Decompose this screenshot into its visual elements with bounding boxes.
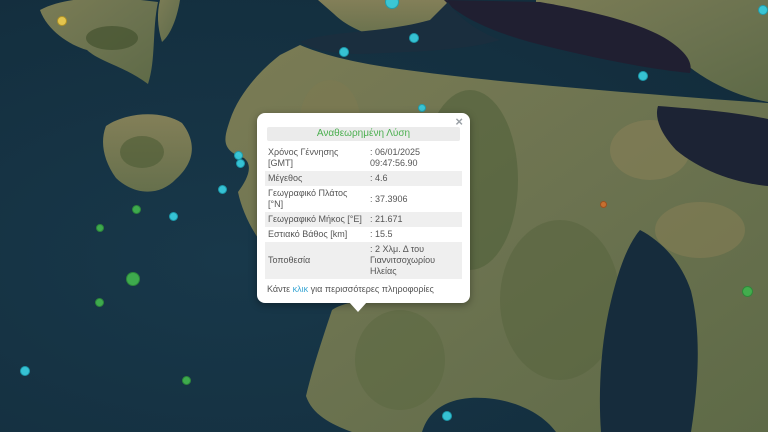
earthquake-marker-cyan[interactable] [409, 33, 419, 43]
earthquake-marker-green[interactable] [126, 272, 140, 286]
earthquake-marker-cyan[interactable] [339, 47, 349, 57]
popup-title: Αναθεωρημένη Λύση [267, 127, 460, 141]
table-row: Τοποθεσία 2 Χλμ. Δ του Γιαννιτσοχωρίου Η… [265, 242, 462, 279]
row-value: 21.671 [367, 212, 462, 227]
popup-footer: Κάντε κλικ για περισσότερες πληροφορίες [267, 284, 460, 295]
earthquake-marker-cyan[interactable] [235, 158, 245, 168]
earthquake-marker-cyan[interactable] [385, 0, 399, 9]
row-value: 4.6 [367, 171, 462, 186]
table-row: Χρόνος Γέννησης [GMT] 06/01/2025 09:47:5… [265, 145, 462, 171]
earthquake-marker-cyan[interactable] [217, 184, 227, 194]
row-label: Εστιακό Βάθος [km] [268, 229, 348, 239]
table-row: Εστιακό Βάθος [km] 15.5 [265, 227, 462, 242]
popup-tail [349, 302, 367, 312]
earthquake-marker-yellow[interactable] [57, 16, 67, 26]
row-value: 06/01/2025 09:47:56.90 [367, 145, 462, 171]
table-row: Γεωγραφικό Μήκος [°E] 21.671 [265, 212, 462, 227]
footer-text: για περισσότερες πληροφορίες [308, 284, 434, 294]
earthquake-marker-green[interactable] [181, 375, 191, 385]
earthquake-marker-cyan[interactable] [638, 71, 648, 81]
earthquake-marker-cyan[interactable] [168, 211, 178, 221]
earthquake-marker-green[interactable] [96, 224, 104, 232]
map-application: × Αναθεωρημένη Λύση Χρόνος Γέννησης [GMT… [0, 0, 768, 432]
earthquake-marker-green[interactable] [741, 285, 753, 297]
row-label: Χρόνος Γέννησης [GMT] [268, 147, 339, 168]
close-icon[interactable]: × [455, 115, 463, 128]
earthquake-popup: × Αναθεωρημένη Λύση Χρόνος Γέννησης [GMT… [257, 113, 470, 312]
earthquake-marker-green[interactable] [131, 204, 141, 214]
row-label: Μέγεθος [268, 173, 303, 183]
row-value: 2 Χλμ. Δ του Γιαννιτσοχωρίου Ηλείας [367, 242, 462, 279]
row-value: 15.5 [367, 227, 462, 242]
row-label: Τοποθεσία [268, 255, 311, 265]
earthquake-marker-orange[interactable] [599, 200, 607, 208]
earthquake-marker-cyan[interactable] [418, 104, 426, 112]
earthquake-marker-cyan[interactable] [442, 411, 452, 421]
table-row: Μέγεθος 4.6 [265, 171, 462, 186]
earthquake-marker-cyan[interactable] [20, 366, 30, 376]
table-row: Γεωγραφικό Πλάτος [°N] 37.3906 [265, 186, 462, 212]
row-label: Γεωγραφικό Μήκος [°E] [268, 214, 362, 224]
row-value: 37.3906 [367, 186, 462, 212]
row-label: Γεωγραφικό Πλάτος [°N] [268, 188, 348, 209]
more-info-link[interactable]: κλικ [293, 284, 309, 294]
earthquake-marker-cyan[interactable] [758, 5, 768, 15]
earthquake-marker-green[interactable] [94, 297, 104, 307]
earthquake-details-table: Χρόνος Γέννησης [GMT] 06/01/2025 09:47:5… [265, 145, 462, 279]
footer-text: Κάντε [267, 284, 293, 294]
